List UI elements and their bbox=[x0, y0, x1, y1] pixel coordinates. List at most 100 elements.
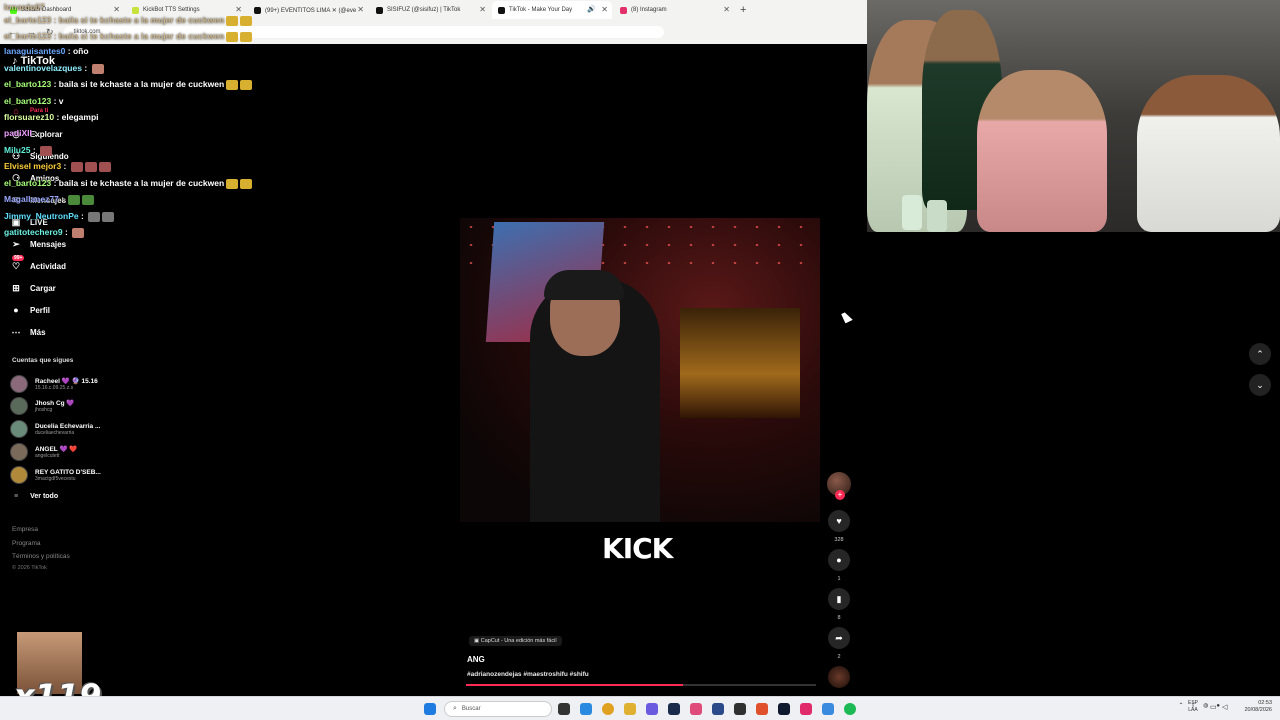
save-button[interactable]: ▮ bbox=[828, 588, 850, 610]
chat-message: el_barto123 : baila si te kchaste a la m… bbox=[4, 79, 253, 93]
close-icon[interactable]: ✕ bbox=[601, 5, 608, 14]
clock[interactable]: 02:53 20/08/2026 bbox=[1236, 700, 1272, 714]
emote-icon bbox=[72, 227, 85, 238]
tab-instagram[interactable]: (8) Instagram ✕ bbox=[614, 1, 734, 19]
next-video-button[interactable]: ⌄ bbox=[1249, 374, 1271, 396]
chat-text: : v bbox=[51, 96, 64, 106]
obs-icon[interactable] bbox=[734, 703, 746, 715]
emote-icon bbox=[40, 145, 53, 156]
webcam-person bbox=[977, 70, 1107, 232]
chat-user: Elvisel mejor3 bbox=[4, 161, 62, 171]
emote-icon bbox=[98, 161, 111, 172]
chat-message: padiXII : bbox=[4, 128, 37, 142]
video-player[interactable] bbox=[460, 218, 820, 522]
video-overlay-text: KICK bbox=[602, 532, 673, 565]
volume-icon[interactable]: ◁ bbox=[1222, 703, 1227, 711]
instagram-icon bbox=[620, 6, 627, 14]
capcut-tag[interactable]: ▣ CapCut - Una edición más fácil bbox=[469, 636, 562, 646]
discord-icon[interactable] bbox=[646, 703, 658, 715]
emote-icon bbox=[240, 15, 253, 26]
nav-activity[interactable]: 99+ ♡ Actividad bbox=[10, 255, 66, 274]
taskbar: ⌕ Buscar ⌃ ᛒ ◍ ● ESP LAA ▭ ◁ 02:53 20/08/20… bbox=[0, 696, 1280, 720]
follow-icon[interactable]: + bbox=[835, 490, 845, 500]
previous-video-button[interactable]: ⌃ bbox=[1249, 343, 1271, 365]
windows-start-icon[interactable] bbox=[424, 703, 436, 715]
language-indicator[interactable]: ESP LAA bbox=[1188, 700, 1198, 714]
account-name: Racheel 💜 🔮 15.16 bbox=[35, 378, 98, 385]
chat-text: : bbox=[78, 211, 87, 221]
new-tab-button[interactable]: + bbox=[740, 4, 746, 16]
can-icon bbox=[927, 200, 947, 232]
save-count: 8 bbox=[837, 615, 841, 621]
avatar bbox=[10, 420, 28, 438]
app-icon[interactable] bbox=[800, 703, 812, 715]
nav-profile[interactable]: ● Perfil bbox=[10, 302, 50, 318]
emote-icon bbox=[102, 211, 115, 222]
app-icon[interactable] bbox=[822, 703, 834, 715]
app-icon[interactable] bbox=[712, 703, 724, 715]
lang-layout: LAA bbox=[1188, 707, 1198, 713]
chat-message: valentinovelazques : bbox=[4, 63, 104, 77]
app-icon[interactable] bbox=[756, 703, 768, 715]
following-account[interactable]: REY GATITO D'SEB... 3mactgdf5vecestu bbox=[10, 465, 101, 485]
comment-button[interactable]: ● bbox=[828, 549, 850, 571]
close-icon[interactable]: ✕ bbox=[357, 5, 364, 14]
copyright: © 2026 TikTok bbox=[12, 565, 47, 571]
share-icon: ➦ bbox=[835, 632, 843, 643]
tab-label: (99+) EVENTITOS LIMA ✕ (@eve bbox=[265, 7, 357, 14]
video-author[interactable]: ANG bbox=[467, 655, 485, 664]
video-hashtags[interactable]: #adrianozendejas #maestroshifu #shifu bbox=[467, 671, 589, 678]
steam-icon[interactable] bbox=[668, 703, 680, 715]
edge-icon[interactable] bbox=[580, 703, 592, 715]
chrome-icon[interactable] bbox=[602, 703, 614, 715]
speaker-icon[interactable]: 🔊 bbox=[587, 5, 596, 13]
emote-icon bbox=[226, 178, 239, 189]
monitor-icon[interactable]: ▭ bbox=[1210, 703, 1217, 711]
app-icon[interactable] bbox=[778, 703, 790, 715]
folder-icon[interactable] bbox=[624, 703, 636, 715]
search-placeholder: Buscar bbox=[461, 706, 481, 712]
nav-more[interactable]: ⋯ Más bbox=[10, 324, 46, 340]
taskbar-search[interactable]: ⌕ Buscar bbox=[444, 701, 552, 717]
following-account[interactable]: Jhosh Cg 💜 jhoshcg bbox=[10, 396, 75, 416]
footer-terms[interactable]: Términos y políticas bbox=[12, 553, 70, 560]
chat-message: gatitotechero9 : bbox=[4, 227, 85, 241]
close-icon[interactable]: ✕ bbox=[479, 5, 486, 14]
like-button[interactable]: ♥ bbox=[828, 510, 850, 532]
chat-message: el_barto123 : v bbox=[4, 96, 64, 110]
chat-message: florsuarez10 : elegampi bbox=[4, 112, 99, 126]
footer-company[interactable]: Empresa bbox=[12, 526, 38, 533]
emote-icon bbox=[70, 161, 83, 172]
chat-text: : elegampi bbox=[54, 112, 99, 122]
avatar bbox=[10, 443, 28, 461]
chevron-up-icon[interactable]: ⌃ bbox=[1178, 702, 1183, 709]
share-button[interactable]: ➦ bbox=[828, 627, 850, 649]
app-icon[interactable] bbox=[690, 703, 702, 715]
see-all-link[interactable]: ≡ Ver todo bbox=[14, 493, 58, 500]
tab-sisifuz[interactable]: SISIFUZ (@sisifuz) | TikTok ✕ bbox=[370, 1, 490, 19]
task-view-icon[interactable] bbox=[558, 703, 570, 715]
music-disc-icon[interactable] bbox=[828, 666, 850, 688]
chat-message: lanaguisantes0 : oño bbox=[4, 46, 89, 60]
chat-overlay-line: el_barto123 : baila si te kchaste a la m… bbox=[4, 15, 253, 27]
following-account[interactable]: Racheel 💜 🔮 15.16 15.16.c.09.25.z.s bbox=[10, 374, 98, 394]
close-icon[interactable]: ✕ bbox=[113, 5, 120, 14]
video-progress[interactable] bbox=[466, 684, 816, 686]
close-icon[interactable]: ✕ bbox=[723, 5, 730, 14]
network-icon[interactable]: ◍ bbox=[1203, 702, 1208, 709]
account-name: Jhosh Cg 💜 bbox=[35, 400, 75, 407]
spotify-icon[interactable] bbox=[844, 703, 856, 715]
following-account[interactable]: ANGEL 💜 ❤️ angelcutett bbox=[10, 442, 77, 462]
chat-user: padiXII bbox=[4, 128, 32, 138]
account-handle: duceliaechevarria bbox=[35, 429, 75, 436]
chat-user: el_barto123 bbox=[4, 178, 52, 188]
chat-text: el_barto123 : baila si te kchaste a la m… bbox=[4, 15, 225, 25]
following-account[interactable]: Ducelia Echevarria ... duceliaechevarria bbox=[10, 419, 100, 439]
video-frame bbox=[680, 308, 800, 418]
tab-eventitos[interactable]: (99+) EVENTITOS LIMA ✕ (@eve ✕ bbox=[248, 1, 368, 19]
mic-icon[interactable]: ● bbox=[1216, 703, 1220, 709]
tab-tiktok[interactable]: TikTok - Make Your Day 🔊 ✕ bbox=[492, 1, 612, 19]
nav-upload[interactable]: ⊞ Cargar bbox=[10, 280, 56, 296]
close-icon[interactable]: ✕ bbox=[235, 5, 242, 14]
footer-program[interactable]: Programa bbox=[12, 540, 41, 547]
